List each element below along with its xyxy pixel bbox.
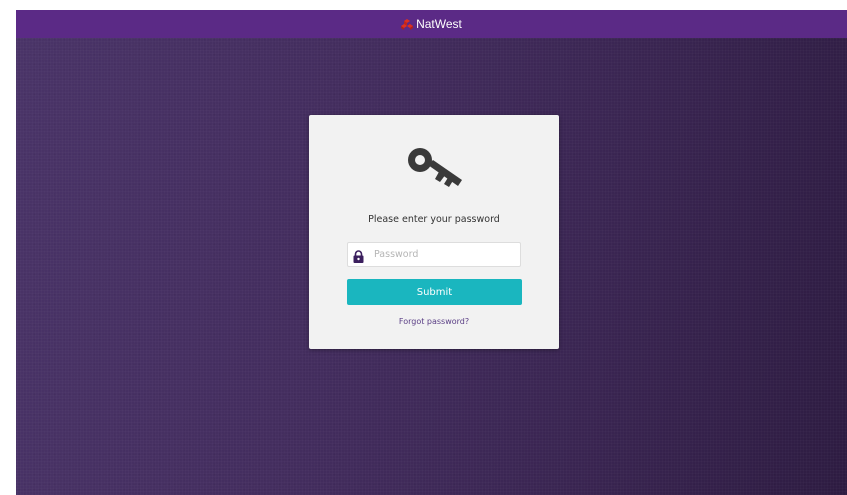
forgot-password-link[interactable]: Forgot password? <box>309 317 559 326</box>
brand-name: NatWest <box>416 17 462 31</box>
app-window: NatWest Please enter your password Submi… <box>16 10 847 495</box>
natwest-logo-icon <box>401 18 414 30</box>
top-bar: NatWest <box>16 10 847 38</box>
key-icon <box>402 144 468 190</box>
password-field[interactable] <box>347 242 521 267</box>
lock-icon <box>353 248 364 263</box>
password-input[interactable] <box>374 243 518 266</box>
submit-button[interactable]: Submit <box>347 279 522 305</box>
login-card: Please enter your password Submit Forgot… <box>309 115 559 349</box>
brand: NatWest <box>401 17 462 31</box>
password-prompt: Please enter your password <box>368 214 500 225</box>
